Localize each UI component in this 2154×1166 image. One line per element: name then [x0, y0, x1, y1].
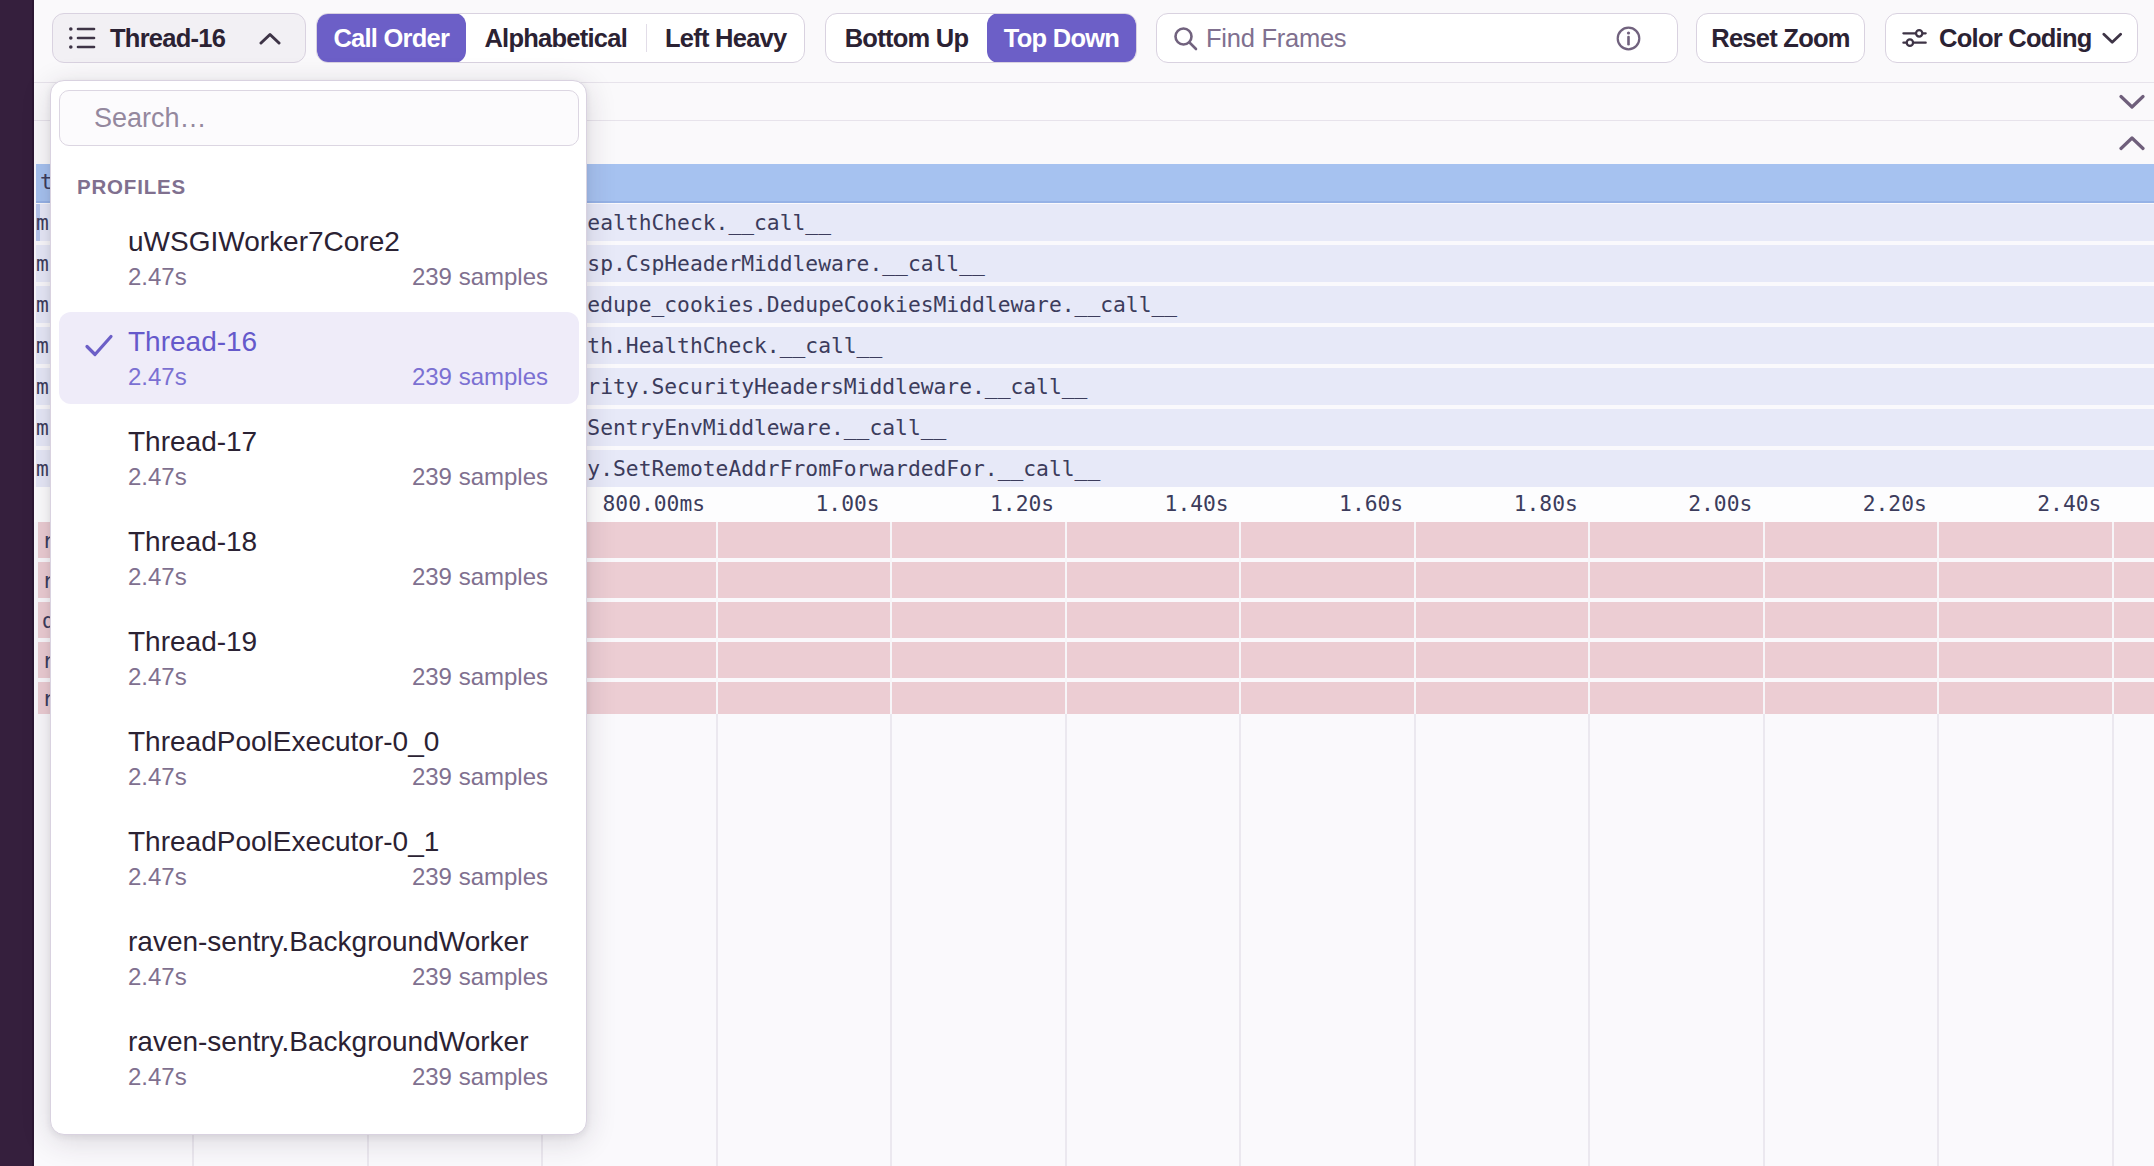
profile-samples: 239 samples [412, 460, 548, 494]
profile-samples: 239 samples [412, 860, 548, 894]
chevron-down-icon [2119, 94, 2145, 110]
list-icon [69, 26, 96, 50]
profile-name: Thread-18 [128, 525, 548, 559]
profile-duration: 2.47s [128, 1060, 187, 1094]
profile-list-item[interactable]: raven-sentry.BackgroundWorker 2.47s 239 … [59, 1012, 579, 1104]
flamegraph-toolbar: Thread-16 Call OrderAlphabeticalLeft Hea… [34, 0, 2154, 82]
collapse-section-button[interactable] [2119, 135, 2145, 151]
gridline [890, 522, 892, 714]
gridline [890, 714, 892, 1166]
profiles-list: uWSGIWorker7Core2 2.47s 239 samples Thre… [59, 212, 579, 1112]
time-axis-tick-label: 1.80s [1514, 490, 1578, 518]
time-axis-tick-label: 1.40s [1165, 490, 1229, 518]
profile-name: uWSGIWorker7Core2 [128, 225, 548, 259]
profile-samples: 239 samples [412, 560, 548, 594]
time-axis-tick-label: 1.20s [990, 490, 1054, 518]
gridline [1239, 714, 1241, 1166]
checkmark-icon [84, 334, 114, 358]
profile-name: ThreadPoolExecutor-0_1 [128, 825, 548, 859]
direction-segmented-control: Bottom UpTop Down [825, 13, 1137, 63]
profile-list-item[interactable]: Thread-19 2.47s 239 samples [59, 612, 579, 704]
gridline [1065, 714, 1067, 1166]
profiles-section-label: PROFILES [77, 175, 186, 199]
gridline [2112, 522, 2114, 714]
reset-zoom-button[interactable]: Reset Zoom [1696, 13, 1865, 63]
sort-segmented-control: Call OrderAlphabeticalLeft Heavy [316, 13, 805, 63]
gridline [1763, 522, 1765, 714]
color-coding-button[interactable]: Color Coding [1885, 13, 2138, 63]
thread-selector-dropdown: Search… PROFILES uWSGIWorker7Core2 2.47s… [50, 80, 587, 1135]
profile-name: ThreadPoolExecutor-0_0 [128, 725, 548, 759]
dropdown-search-placeholder: Search… [94, 103, 207, 134]
sliders-icon [1902, 26, 1927, 50]
chevron-up-icon [2119, 135, 2145, 151]
profile-samples: 239 samples [412, 760, 548, 794]
time-axis-tick-label: 2.40s [2037, 490, 2101, 518]
profile-samples: 239 samples [412, 360, 548, 394]
app-sidebar-edge [0, 0, 34, 1166]
gridline [1414, 714, 1416, 1166]
profile-samples: 239 samples [412, 660, 548, 694]
gridline [1763, 714, 1765, 1166]
profile-list-item[interactable]: uWSGIWorker7Core2 2.47s 239 samples [59, 212, 579, 304]
profile-duration: 2.47s [128, 460, 187, 494]
gridline [716, 522, 718, 714]
profile-duration: 2.47s [128, 760, 187, 794]
sort-option-alphabetical[interactable]: Alphabetical [466, 13, 646, 63]
gridline [1414, 522, 1416, 714]
gridline [1937, 522, 1939, 714]
profile-list-item[interactable]: ThreadPoolExecutor-0_0 2.47s 239 samples [59, 712, 579, 804]
direction-option-top-down[interactable]: Top Down [987, 13, 1136, 63]
find-frames-input[interactable]: Find Frames [1156, 13, 1678, 63]
reset-zoom-label: Reset Zoom [1711, 24, 1849, 53]
profile-samples: 239 samples [412, 960, 548, 994]
profile-name: raven-sentry.BackgroundWorker [128, 1025, 548, 1059]
chevron-up-icon [259, 32, 281, 45]
gridline [2112, 714, 2114, 1166]
profile-duration: 2.47s [128, 260, 187, 294]
time-axis-tick-label: 1.00s [815, 490, 879, 518]
profile-duration: 2.47s [128, 660, 187, 694]
search-icon [1173, 26, 1198, 51]
profile-list-item[interactable]: Thread-16 2.47s 239 samples [59, 312, 579, 404]
profile-list-item[interactable]: Thread-18 2.47s 239 samples [59, 512, 579, 604]
profile-duration: 2.47s [128, 960, 187, 994]
dropdown-search-input[interactable]: Search… [59, 90, 579, 146]
profile-name: Thread-17 [128, 425, 548, 459]
time-axis-tick-label: 800.00ms [603, 490, 706, 518]
profile-list-item[interactable]: Thread-17 2.47s 239 samples [59, 412, 579, 504]
profile-name: raven-sentry.BackgroundWorker [128, 925, 548, 959]
direction-option-bottom-up[interactable]: Bottom Up [826, 13, 987, 63]
gridline [1065, 522, 1067, 714]
info-icon[interactable] [1616, 26, 1641, 51]
gridline [1239, 522, 1241, 714]
profile-duration: 2.47s [128, 360, 187, 394]
gridline [1937, 714, 1939, 1166]
chevron-down-icon [2102, 32, 2122, 45]
profile-samples: 239 samples [412, 1060, 548, 1094]
find-frames-placeholder: Find Frames [1206, 24, 1616, 53]
profile-name: Thread-16 [128, 325, 548, 359]
profile-name: Thread-19 [128, 625, 548, 659]
thread-selector-label: Thread-16 [110, 24, 259, 53]
time-axis-tick-label: 2.20s [1863, 490, 1927, 518]
profile-duration: 2.47s [128, 860, 187, 894]
gridline [1588, 522, 1590, 714]
time-axis-tick-label: 2.00s [1688, 490, 1752, 518]
gridline [716, 714, 718, 1166]
gridline [1588, 714, 1590, 1166]
profile-list-item[interactable]: raven-sentry.BackgroundWorker 2.47s 239 … [59, 912, 579, 1004]
sort-option-left-heavy[interactable]: Left Heavy [647, 13, 804, 63]
thread-selector-button[interactable]: Thread-16 [52, 13, 306, 63]
sort-option-call-order[interactable]: Call Order [317, 13, 466, 63]
time-axis-tick-label: 1.60s [1339, 490, 1403, 518]
expand-section-button[interactable] [2119, 94, 2145, 110]
profile-duration: 2.47s [128, 560, 187, 594]
profile-list-item[interactable]: ThreadPoolExecutor-0_1 2.47s 239 samples [59, 812, 579, 904]
color-coding-label: Color Coding [1939, 24, 2091, 53]
profile-samples: 239 samples [412, 260, 548, 294]
